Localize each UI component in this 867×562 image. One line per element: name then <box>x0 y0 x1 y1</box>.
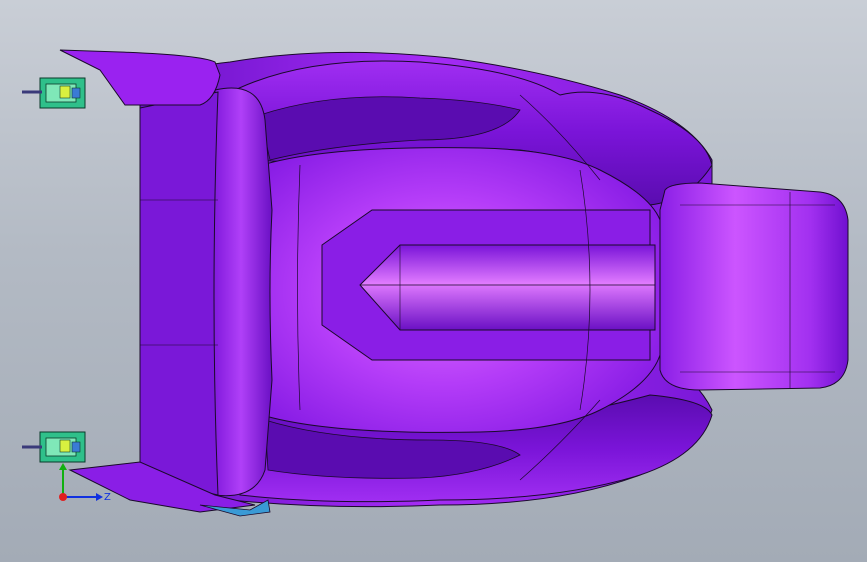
center-tube[interactable] <box>359 244 656 331</box>
mounting-bracket-icon[interactable] <box>22 431 86 463</box>
headrest[interactable] <box>659 182 849 391</box>
model-canvas[interactable]: Z <box>0 0 867 562</box>
front-seat-roll[interactable] <box>209 87 273 497</box>
seat-base-panel[interactable] <box>139 91 219 496</box>
triad-z-label: Z <box>104 492 111 503</box>
cad-viewport[interactable]: Z <box>0 0 867 562</box>
mounting-bracket-icon[interactable] <box>22 77 86 109</box>
